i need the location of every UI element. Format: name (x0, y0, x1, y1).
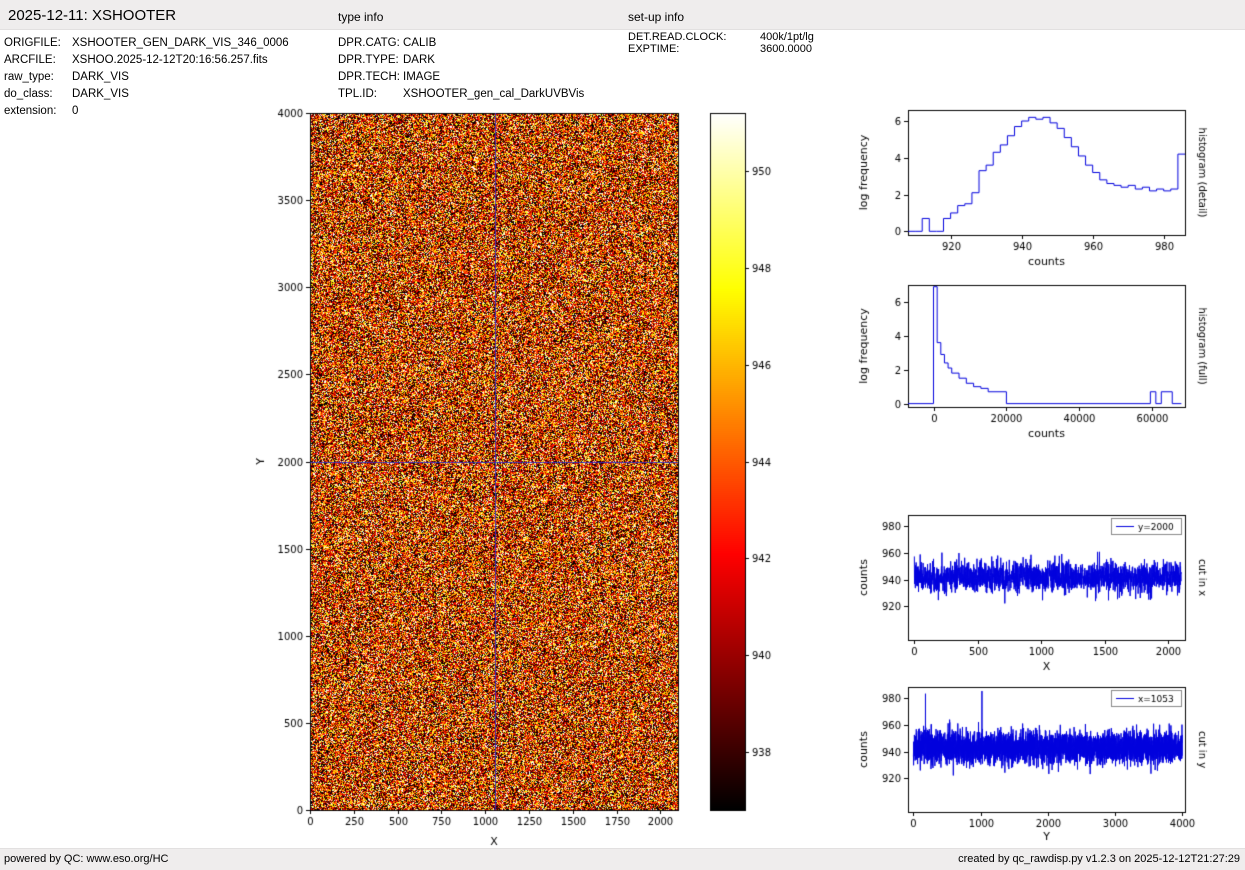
footer-bar: powered by QC: www.eso.org/HC created by… (0, 848, 1245, 870)
info-label: EXPTIME: (628, 43, 680, 55)
info-label: raw_type: (4, 71, 54, 83)
info-label: do_class: (4, 88, 53, 100)
histogram-detail-plot (855, 105, 1215, 280)
footer-credit: powered by QC: www.eso.org/HC (4, 853, 169, 865)
info-value: DARK (403, 54, 435, 66)
file-info-row: extension: 0 (4, 103, 289, 120)
header-bar: 2025-12-11: XSHOOTER type info set-up in… (0, 0, 1245, 30)
type-info-block: DPR.CATG: CALIB DPR.TYPE: DARK DPR.TECH: IMAG… (338, 35, 584, 103)
info-label: ORIGFILE: (4, 37, 61, 49)
info-label: TPL.ID: (338, 88, 377, 100)
colorbar (700, 105, 810, 850)
info-value: XSHOOTER_gen_cal_DarkUVBVis (403, 88, 585, 100)
info-value: IMAGE (403, 71, 441, 83)
info-value: 400k/1pt/lg (760, 31, 814, 43)
info-value: 0 (72, 105, 79, 117)
info-label: extension: (4, 105, 57, 117)
cut-in-x-plot (855, 510, 1215, 682)
file-info-row: raw_type: DARK_VIS (4, 69, 289, 86)
page-title: 2025-12-11: XSHOOTER (8, 7, 177, 24)
qc-rawdisp-page: 2025-12-11: XSHOOTER type info set-up in… (0, 0, 1245, 870)
info-value: DARK_VIS (72, 71, 129, 83)
type-info-heading: type info (338, 10, 384, 24)
cut-in-y-plot (855, 682, 1215, 846)
info-label: DPR.CATG: (338, 37, 400, 49)
setup-info-block: DET.READ.CLOCK: 400k/1pt/lg EXPTIME: 3600.0… (628, 31, 814, 55)
info-value: 3600.0000 (760, 43, 812, 55)
type-info-row: TPL.ID: XSHOOTER_gen_cal_DarkUVBVis (338, 86, 584, 103)
setup-info-heading: set-up info (628, 10, 685, 24)
setup-info-row: EXPTIME: 3600.0000 (628, 43, 814, 55)
info-value: CALIB (403, 37, 437, 49)
info-value: DARK_VIS (72, 88, 129, 100)
type-info-row: DPR.TYPE: DARK (338, 52, 584, 69)
file-info-block: ORIGFILE: XSHOOTER_GEN_DARK_VIS_346_0006 A… (4, 35, 289, 120)
info-label: DPR.TECH: (338, 71, 400, 83)
info-label: ARCFILE: (4, 54, 56, 66)
histogram-full-plot (855, 280, 1215, 452)
file-info-row: ARCFILE: XSHOO.2025-12-12T20:16:56.257.fi… (4, 52, 289, 69)
raw-image-heatmap (250, 105, 700, 850)
info-value: XSHOO.2025-12-12T20:16:56.257.fits (72, 54, 268, 66)
footer-created-by: created by qc_rawdisp.py v1.2.3 on 2025-… (958, 853, 1240, 865)
type-info-row: DPR.TECH: IMAGE (338, 69, 584, 86)
type-info-row: DPR.CATG: CALIB (338, 35, 584, 52)
info-label: DPR.TYPE: (338, 54, 399, 66)
file-info-row: ORIGFILE: XSHOOTER_GEN_DARK_VIS_346_0006 (4, 35, 289, 52)
info-value: XSHOOTER_GEN_DARK_VIS_346_0006 (72, 37, 289, 49)
info-label: DET.READ.CLOCK: (628, 31, 727, 43)
setup-info-row: DET.READ.CLOCK: 400k/1pt/lg (628, 31, 814, 43)
file-info-row: do_class: DARK_VIS (4, 86, 289, 103)
